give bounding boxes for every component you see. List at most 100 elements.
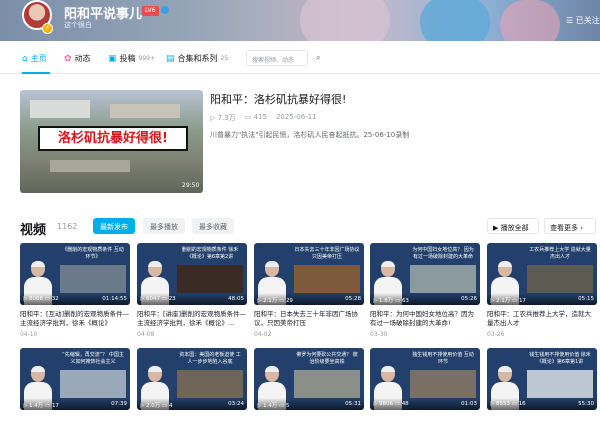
video-thumbnail[interactable]: 工农兵推荐上大学 造就大量杰出人才 ▷ 2.1万 ▭ 17 05:15 xyxy=(487,243,597,305)
video-title[interactable] xyxy=(254,415,364,433)
banner-decoration xyxy=(500,0,560,41)
video-card[interactable]: 独生钱用不排使用价值 互动环节 ▷ 9806 ▭ 48 01:03 xyxy=(370,348,480,436)
video-thumbnail[interactable]: 独生钱用不排使用价值 互动环节 ▷ 9806 ▭ 48 01:03 xyxy=(370,348,480,410)
play-all-button[interactable]: ▶ 播放全部 xyxy=(487,218,539,234)
banner-decoration xyxy=(420,0,490,41)
video-title[interactable] xyxy=(370,415,480,433)
search-icon[interactable]: ⌕ xyxy=(316,53,320,63)
thumb-picture xyxy=(410,265,476,293)
play-count-value: 8553 xyxy=(495,401,510,407)
follow-button[interactable]: ☰ 已关注 xyxy=(566,15,600,26)
sort-latest[interactable]: 最新发布 xyxy=(93,218,135,234)
play-count-value: 9806 xyxy=(378,401,393,407)
comment-count-value: 29 xyxy=(285,298,293,304)
video-date: 04-10 xyxy=(20,331,38,338)
video-title[interactable]: 阳和平：[讲座]删削的宏观物质条件—主流经济学批判，徐禾《概论》... xyxy=(137,310,247,328)
video-duration: 05:28 xyxy=(345,296,361,302)
tab-collections[interactable]: ▤ 合集和系列 25 xyxy=(166,53,228,64)
play-count-value: 2.0万 xyxy=(145,403,161,409)
video-thumbnail[interactable]: 《删削的宏观物质条件 互动环节》 ▷ 8066 ▭ 32 01:14:55 xyxy=(20,243,130,305)
video-card[interactable]: 工农兵推荐上大学 造就大量杰出人才 ▷ 2.1万 ▭ 17 05:15 阳和平：… xyxy=(487,243,597,338)
play-count: ▷ 1.4万 ▭ 5 xyxy=(257,403,290,409)
video-thumbnail[interactable]: 钱生钱用不排使用价值 徐禾《概论》第6章第1讲 ▷ 8553 ▭ 16 55:3… xyxy=(487,348,597,410)
video-thumbnail[interactable]: 佛罗为何要砍公共交通？ 彼治阶级要坐高铁 ▷ 1.4万 ▭ 5 05:31 xyxy=(254,348,364,410)
comment-count-value: 23 xyxy=(168,296,176,302)
thumb-picture xyxy=(177,370,243,398)
featured-title[interactable]: 阳和平：洛杉矶抗暴好得很! xyxy=(210,91,346,107)
thumb-stats-bar: ▷ 2.1万 ▭ 17 05:15 xyxy=(487,293,597,305)
tab-count: 25 xyxy=(220,55,229,62)
video-title[interactable]: 阳和平：[互动]删削的宏观物质条件—主流经济学批判，徐禾《概论》 xyxy=(20,310,130,328)
thumb-caption: 佛罗为何要砍公共交通？ 彼治阶级要坐高铁 xyxy=(296,352,358,365)
sort-most-favorited[interactable]: 最多收藏 xyxy=(192,218,234,234)
thumb-stats-bar: ▷ 6047 ▭ 23 48:05 xyxy=(137,293,247,305)
video-card[interactable]: 删削的宏观物质条件 徐禾《概论》第6章第2讲 ▷ 6047 ▭ 23 48:05… xyxy=(137,243,247,338)
video-title[interactable] xyxy=(487,415,597,433)
video-thumbnail[interactable]: 日本失去三十年非因广场协议 只因美帝打压 ▷ 2.1万 ▭ 29 05:28 xyxy=(254,243,364,305)
comment-count-value: 48 xyxy=(401,401,409,407)
featured-thumbnail[interactable]: 洛杉矶抗暴好得很! 29:50 xyxy=(20,90,203,193)
verified-badge-icon: ⚡ xyxy=(42,23,53,34)
thumb-caption: “先缩辑，再交流”？ 中国主义如何掩饰社会主义 xyxy=(62,352,124,365)
play-count: ▷ 2.1万 ▭ 29 xyxy=(257,298,293,304)
comment-count-value: 32 xyxy=(51,296,59,302)
video-thumbnail[interactable]: 删削的宏观物质条件 徐禾《概论》第6章第2讲 ▷ 6047 ▭ 23 48:05 xyxy=(137,243,247,305)
thumb-stats-bar: ▷ 2.1万 ▭ 29 05:28 xyxy=(254,293,364,305)
featured-meta: ▷ 7.3万 ▭ 415 2025-06-11 xyxy=(210,113,317,123)
play-count-value: 1.8万 xyxy=(378,298,394,304)
thumb-picture xyxy=(60,265,126,293)
user-signature: 这个很白 xyxy=(64,21,92,29)
video-card[interactable]: 《删削的宏观物质条件 互动环节》 ▷ 8066 ▭ 32 01:14:55 阳和… xyxy=(20,243,130,338)
video-thumbnail[interactable]: “先缩辑，再交流”？ 中国主义如何掩饰社会主义 ▷ 1.4万 ▭ 17 07:3… xyxy=(20,348,130,410)
play-count-value: 2.1万 xyxy=(495,298,511,304)
video-card[interactable]: “先缩辑，再交流”？ 中国主义如何掩饰社会主义 ▷ 1.4万 ▭ 17 07:3… xyxy=(20,348,130,436)
featured-date: 2025-06-11 xyxy=(275,113,317,121)
thumb-stats-bar: ▷ 8553 ▭ 16 55:30 xyxy=(487,398,597,410)
featured-thumb-text: 洛杉矶抗暴好得很! xyxy=(58,131,168,146)
thumb-building xyxy=(30,100,90,118)
video-duration: 01:14:55 xyxy=(102,296,127,302)
follow-label: 已关注 xyxy=(575,16,600,25)
video-duration: 05:15 xyxy=(578,296,594,302)
video-date: 03-30 xyxy=(370,331,388,338)
video-title[interactable] xyxy=(137,415,247,433)
tab-label: 合集和系列 xyxy=(177,54,218,63)
view-more-button[interactable]: 查看更多 › xyxy=(544,218,596,234)
video-title[interactable] xyxy=(20,415,130,433)
play-count: ▷ 2.1万 ▭ 17 xyxy=(490,298,526,304)
video-title[interactable]: 阳和平：日本失去三十年非因广场协议，只因美帝打压 xyxy=(254,310,364,328)
upload-icon: ▣ xyxy=(108,53,117,64)
dynamic-icon: ✿ xyxy=(64,53,72,64)
tab-label: 动态 xyxy=(74,54,91,63)
tab-dynamic[interactable]: ✿ 动态 xyxy=(64,53,91,64)
tab-label: 主页 xyxy=(30,54,47,63)
tab-upload[interactable]: ▣ 投稿 999+ xyxy=(108,53,155,64)
video-duration: 01:03 xyxy=(461,401,477,407)
video-card[interactable]: 为何中国妇女地位高？ 因为有过一场破除封建的大革命 ▷ 1.8万 ▭ 63 05… xyxy=(370,243,480,338)
search-input[interactable]: 搜索视频、动态 xyxy=(246,50,308,66)
active-tab-indicator xyxy=(22,72,50,74)
play-count-value: 7.3万 xyxy=(217,114,236,122)
thumb-picture xyxy=(527,370,593,398)
video-card[interactable]: 佛罗为何要砍公共交通？ 彼治阶级要坐高铁 ▷ 1.4万 ▭ 5 05:31 xyxy=(254,348,364,436)
video-card[interactable]: 钱生钱用不排使用价值 徐禾《概论》第6章第1讲 ▷ 8553 ▭ 16 55:3… xyxy=(487,348,597,436)
video-date: 03-26 xyxy=(487,331,505,338)
video-title[interactable]: 阳和平：为何中国妇女地位高？因为有过一场破除封建的大革命! xyxy=(370,310,480,328)
thumb-picture xyxy=(410,370,476,398)
thumb-caption: 资本国：美国的老板迫使 工人一步步地陷入谷底 xyxy=(179,352,241,365)
video-card[interactable]: 资本国：美国的老板迫使 工人一步步地陷入谷底 ▷ 2.0万 ▭ 4 03:24 xyxy=(137,348,247,436)
sort-most-played[interactable]: 最多播放 xyxy=(143,218,185,234)
video-thumbnail[interactable]: 为何中国妇女地位高？ 因为有过一场破除封建的大革命 ▷ 1.8万 ▭ 63 05… xyxy=(370,243,480,305)
featured-description: 川普暴力"执法"引起民愤，洛杉矶人民奋起抵抗。25-06-10录制 xyxy=(210,131,410,139)
video-title[interactable]: 阳和平：工农兵推荐上大学，造就大量杰出人才 xyxy=(487,310,597,328)
video-duration: 03:24 xyxy=(228,401,244,407)
play-count: ▷ 1.8万 ▭ 63 xyxy=(373,298,409,304)
tab-count: 999+ xyxy=(138,55,155,62)
video-duration: 05:26 xyxy=(461,296,477,302)
video-card[interactable]: 日本失去三十年非因广场协议 只因美帝打压 ▷ 2.1万 ▭ 29 05:28 阳… xyxy=(254,243,364,338)
thumb-stats-bar: ▷ 9806 ▭ 48 01:03 xyxy=(370,398,480,410)
thumb-picture xyxy=(294,265,360,293)
video-thumbnail[interactable]: 资本国：美国的老板迫使 工人一步步地陷入谷底 ▷ 2.0万 ▭ 4 03:24 xyxy=(137,348,247,410)
tab-home[interactable]: ⌂ 主页 xyxy=(22,53,47,64)
play-count-value: 1.4万 xyxy=(28,403,44,409)
